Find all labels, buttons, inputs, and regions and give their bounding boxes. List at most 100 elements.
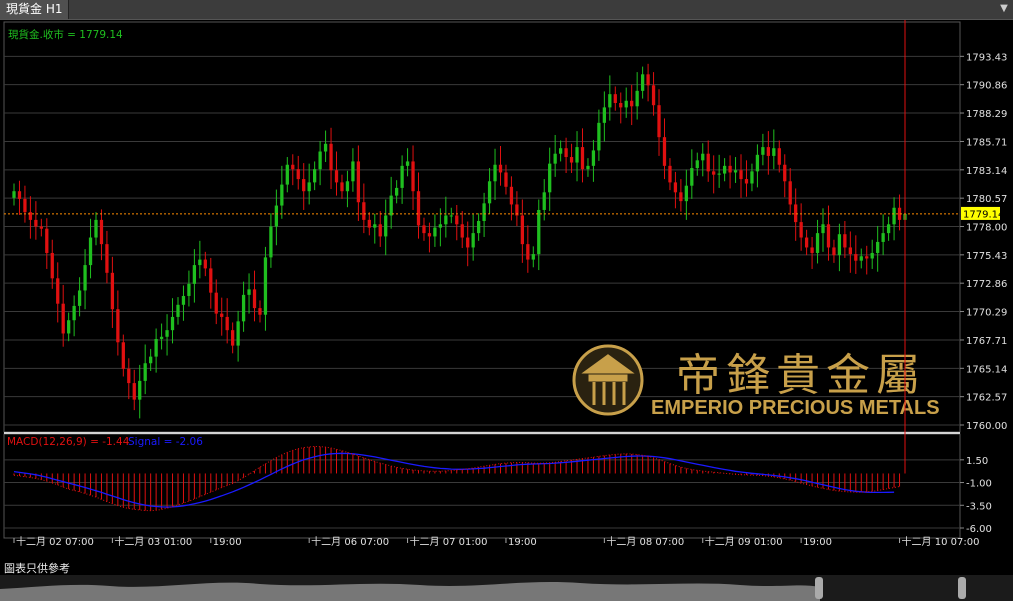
price-axis: 1793.43 1790.86 1788.29 1785.71 1783.14 1780.…: [960, 52, 1007, 432]
candle-body: [854, 254, 858, 261]
candle-body: [378, 224, 382, 237]
price-chart[interactable]: 帝鋒貴金屬 EMPERIO PRECIOUS METALS 1779.14 17…: [0, 20, 1013, 575]
macd-readout: MACD(12,26,9) = -1.44: [7, 436, 130, 448]
candle-body: [192, 265, 197, 284]
navigator-right-handle[interactable]: [958, 577, 966, 599]
price-tick-label: 1785.71: [966, 137, 1007, 148]
macd-panel-frame: [3, 433, 961, 539]
candle-body: [717, 173, 721, 175]
price-tick-label: 1762.57: [966, 393, 1007, 404]
candle-body: [411, 161, 415, 192]
candle-body: [258, 308, 262, 315]
candle-body: [624, 100, 628, 108]
candle-body: [815, 233, 820, 253]
candle-body: [165, 330, 169, 337]
candle-body: [45, 228, 49, 253]
candle-body: [586, 165, 590, 170]
candle-body: [416, 191, 421, 226]
navigator-left-handle[interactable]: [815, 577, 823, 599]
candle-body: [630, 100, 634, 107]
candle-body: [733, 170, 738, 173]
candle-body: [750, 171, 754, 184]
candle-body: [17, 191, 22, 199]
price-tick-label: 1772.86: [966, 279, 1007, 290]
candle-body: [886, 224, 891, 234]
candle-body: [252, 289, 257, 309]
candle-body: [662, 137, 667, 166]
candle-body: [384, 215, 388, 237]
price-tick-label: 1780.57: [966, 194, 1007, 205]
candle-body: [198, 259, 202, 266]
navigator-scrollbar[interactable]: [0, 575, 1013, 601]
candle-body: [400, 165, 404, 188]
candle-body: [843, 234, 847, 248]
candle-body: [318, 151, 322, 170]
candle-body: [728, 165, 732, 173]
candle-body: [679, 192, 683, 202]
candle-body: [498, 164, 503, 173]
candle-body: [351, 161, 355, 182]
candle-body: [804, 237, 809, 248]
candle-body: [280, 184, 284, 206]
candle-body: [67, 320, 71, 334]
candle-body: [788, 181, 792, 205]
candle-body: [558, 148, 563, 154]
brand-watermark: 帝鋒貴金屬 EMPERIO PRECIOUS METALS: [572, 344, 940, 419]
candle-body: [149, 356, 153, 364]
price-tick-label: 1775.43: [966, 251, 1007, 262]
price-tick-label: 1790.86: [966, 81, 1007, 92]
macd-tick-label: -6.00: [966, 524, 992, 535]
signal-readout: Signal = -2.06: [128, 436, 203, 448]
candle-body: [307, 182, 311, 192]
candle-body: [296, 169, 300, 180]
macd-tick-label: -3.50: [966, 501, 992, 512]
price-readout: 現貨金.收市 = 1779.14: [8, 28, 123, 41]
candle-body: [870, 252, 874, 259]
price-tick-label: 1793.43: [966, 52, 1007, 63]
macd-tick-label: 1.50: [966, 456, 988, 467]
time-tick-label: 十二月 07 01:00: [410, 535, 488, 548]
candle-body: [548, 163, 552, 193]
navigator-overview: [0, 575, 1013, 601]
chart-menu-icon[interactable]: ▼: [999, 3, 1009, 15]
time-tick-label: 十二月 02 07:00: [16, 535, 94, 548]
candle-body: [231, 330, 235, 346]
candle-body: [121, 342, 125, 369]
macd-axis: 1.50 -1.00 -3.50 -6.00: [960, 456, 992, 535]
candle-body: [859, 256, 863, 261]
candle-body: [83, 265, 87, 291]
candle-body: [50, 252, 54, 279]
candle-body: [613, 94, 617, 103]
candle-body: [651, 85, 656, 106]
candle-body: [564, 148, 568, 158]
candle-body: [220, 313, 224, 317]
candle-body: [640, 74, 645, 91]
candle-body: [509, 186, 514, 205]
candle-body: [77, 290, 82, 306]
candle-body: [313, 169, 317, 183]
macd-tick-label: -1.00: [966, 479, 992, 490]
candle-body: [487, 181, 492, 204]
candle-body: [116, 309, 120, 343]
candle-body: [794, 204, 798, 223]
candle-body: [466, 237, 470, 248]
candle-body: [181, 295, 186, 305]
price-tick-label: 1760.00: [966, 421, 1007, 432]
candle-body: [422, 225, 426, 234]
candle-body: [826, 224, 831, 248]
candle-body: [263, 257, 268, 315]
candle-body: [569, 157, 574, 163]
candle-body: [241, 294, 246, 322]
candle-body: [247, 289, 251, 295]
candle-body: [203, 259, 207, 269]
current-price-label: 1779.14: [963, 209, 1004, 220]
candle-body: [657, 105, 661, 138]
candle-body: [334, 170, 339, 183]
candle-body: [127, 368, 131, 384]
chart-tab[interactable]: 現貨金 H1: [0, 0, 70, 19]
price-tick-label: 1788.29: [966, 109, 1007, 120]
candle-body: [449, 215, 453, 217]
candle-body: [482, 203, 486, 221]
price-tick-label: 1778.00: [966, 223, 1007, 234]
candle-body: [209, 268, 213, 293]
